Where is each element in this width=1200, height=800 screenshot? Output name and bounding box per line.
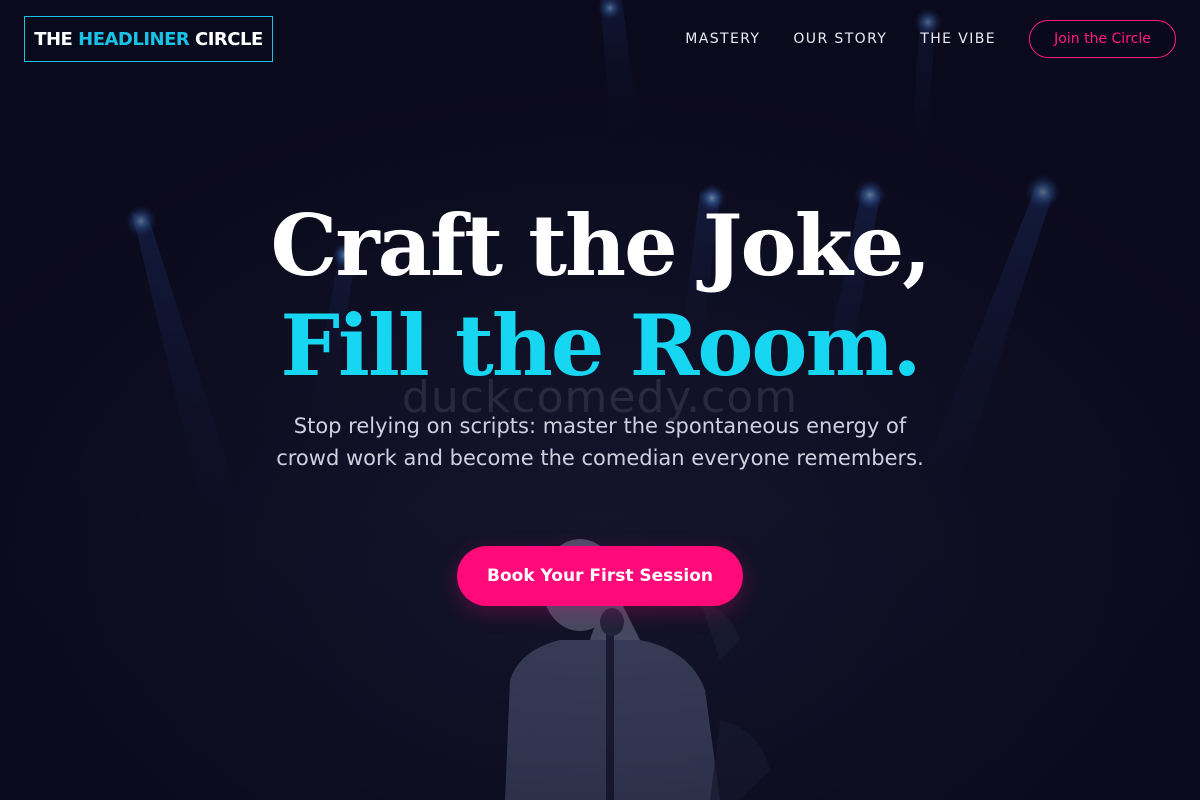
landing-page: THE HEADLINER CIRCLE MASTERY OUR STORY T… xyxy=(0,0,1200,800)
join-circle-button[interactable]: Join the Circle xyxy=(1029,20,1176,58)
site-logo[interactable]: THE HEADLINER CIRCLE xyxy=(24,16,273,62)
hero-title-line1: Craft the Joke, xyxy=(270,196,932,295)
logo-text-part2: CIRCLE xyxy=(189,28,263,50)
book-session-button[interactable]: Book Your First Session xyxy=(457,546,743,606)
hero-subtitle: Stop relying on scripts: master the spon… xyxy=(276,414,924,470)
nav-link-our-story[interactable]: OUR STORY xyxy=(793,31,887,47)
nav-link-the-vibe[interactable]: THE VIBE xyxy=(920,31,996,47)
main-nav: MASTERY OUR STORY THE VIBE Join the Circ… xyxy=(685,20,1176,58)
logo-text-accent: HEADLINER xyxy=(78,28,190,50)
nav-link-mastery[interactable]: MASTERY xyxy=(685,31,760,47)
background-overlay xyxy=(0,0,1200,800)
logo-text-part1: THE xyxy=(34,28,79,50)
hero-title-line2: Fill the Room. xyxy=(280,296,921,395)
hero-title: Craft the Joke, Fill the Room. xyxy=(0,196,1200,396)
